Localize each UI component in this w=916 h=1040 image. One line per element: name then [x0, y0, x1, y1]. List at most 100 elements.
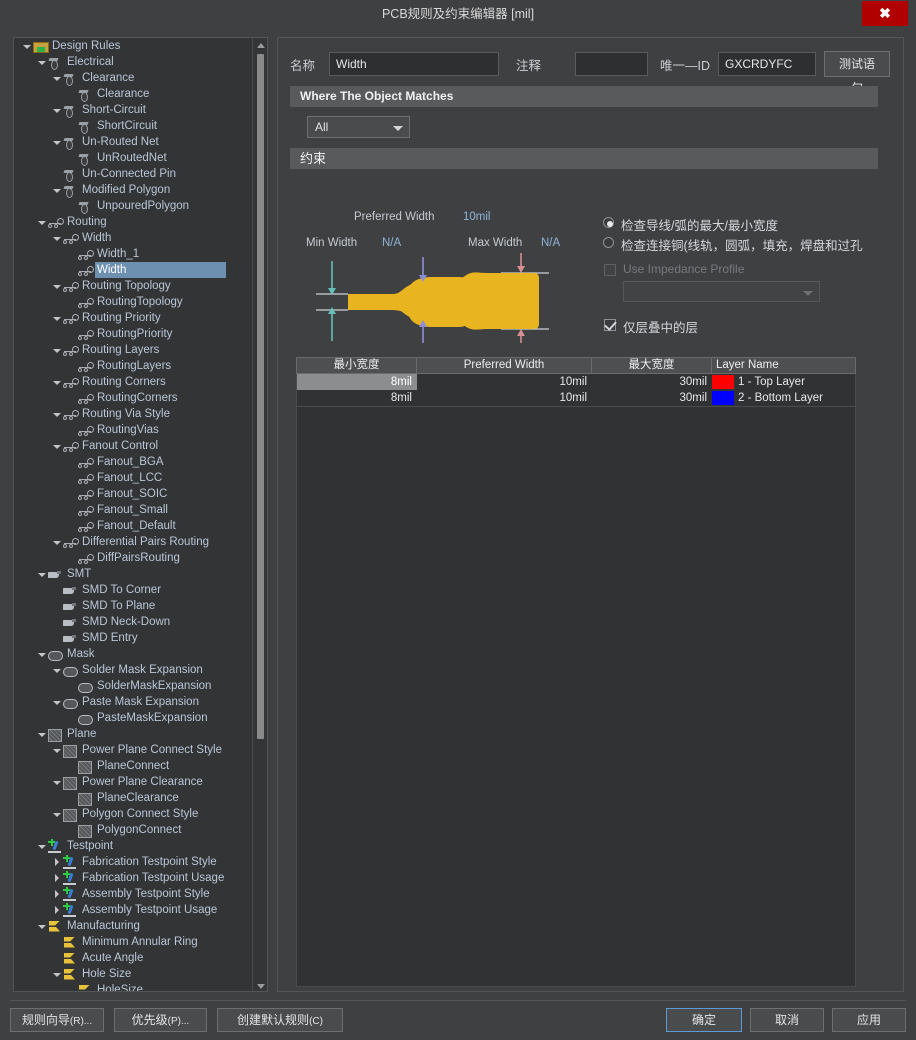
tree-item-fanout-small[interactable]: Fanout_Small — [14, 502, 253, 518]
chevron-down-icon[interactable] — [50, 342, 63, 358]
close-icon[interactable]: ✖ — [862, 1, 908, 26]
tree-item-smd-entry[interactable]: SMD Entry — [14, 630, 253, 646]
unique-id-input[interactable]: GXCRDYFC — [718, 52, 816, 76]
chevron-down-icon[interactable] — [35, 726, 48, 742]
tree-item-unroutednet[interactable]: UnRoutedNet — [14, 150, 253, 166]
tree-item-routingpriority[interactable]: RoutingPriority — [14, 326, 253, 342]
tree-item-routing-corners[interactable]: Routing Corners — [14, 374, 253, 390]
tree-item-power-plane-clearance[interactable]: Power Plane Clearance — [14, 774, 253, 790]
tree-item-routing-via-style[interactable]: Routing Via Style — [14, 406, 253, 422]
tree-item-smt[interactable]: SMT — [14, 566, 253, 582]
chevron-down-icon[interactable] — [50, 438, 63, 454]
tree-item-planeclearance[interactable]: PlaneClearance — [14, 790, 253, 806]
tree-item-minimum-annular-ring[interactable]: Minimum Annular Ring — [14, 934, 253, 950]
tree-item-mask[interactable]: Mask — [14, 646, 253, 662]
tree-item-routingcorners[interactable]: RoutingCorners — [14, 390, 253, 406]
tree-item-routinglayers[interactable]: RoutingLayers — [14, 358, 253, 374]
chevron-down-icon[interactable] — [50, 406, 63, 422]
chevron-right-icon[interactable] — [50, 886, 63, 902]
tree-item-assembly-testpoint-usage[interactable]: Assembly Testpoint Usage — [14, 902, 253, 918]
tree-item-width[interactable]: Width — [14, 230, 253, 246]
tree-item-shortcircuit[interactable]: ShortCircuit — [14, 118, 253, 134]
table-cell-max[interactable]: 30mil — [592, 374, 712, 390]
apply-button[interactable]: 应用 — [832, 1008, 906, 1032]
table-column-header[interactable]: Preferred Width — [417, 358, 592, 373]
tree-item-assembly-testpoint-style[interactable]: Assembly Testpoint Style — [14, 886, 253, 902]
tree-item-holesize[interactable]: HoleSize — [14, 982, 253, 991]
radio-connected-copper[interactable] — [603, 237, 614, 248]
chevron-down-icon[interactable] — [50, 230, 63, 246]
tree-item-solder-mask-expansion[interactable]: Solder Mask Expansion — [14, 662, 253, 678]
radio-track-width[interactable] — [603, 217, 614, 228]
tree-item-routing[interactable]: Routing — [14, 214, 253, 230]
chevron-down-icon[interactable] — [50, 966, 63, 982]
chevron-down-icon[interactable] — [50, 806, 63, 822]
tree-item-soldermaskexpansion[interactable]: SolderMaskExpansion — [14, 678, 253, 694]
tree-item-planeconnect[interactable]: PlaneConnect — [14, 758, 253, 774]
chevron-right-icon[interactable] — [50, 854, 63, 870]
tree-item-smd-to-corner[interactable]: SMD To Corner — [14, 582, 253, 598]
chevron-down-icon[interactable] — [50, 374, 63, 390]
tree-item-manufacturing[interactable]: Manufacturing — [14, 918, 253, 934]
rules-tree[interactable]: Design Rules Electrical Clearance Clearance… — [14, 38, 253, 991]
tree-item-fanout-soic[interactable]: Fanout_SOIC — [14, 486, 253, 502]
tree-item-electrical[interactable]: Electrical — [14, 54, 253, 70]
tree-item-hole-size[interactable]: Hole Size — [14, 966, 253, 982]
layer-constraints-table[interactable]: 最小宽度 Preferred Width 最大宽度 Layer Name 8mil 10… — [296, 357, 856, 421]
comment-input[interactable] — [575, 52, 648, 76]
tree-item-polygon-connect-style[interactable]: Polygon Connect Style — [14, 806, 253, 822]
checkbox-impedance-profile[interactable] — [604, 264, 616, 276]
tree-item-acute-angle[interactable]: Acute Angle — [14, 950, 253, 966]
chevron-down-icon[interactable] — [35, 214, 48, 230]
chevron-down-icon[interactable] — [50, 134, 63, 150]
tree-item-polygonconnect[interactable]: PolygonConnect — [14, 822, 253, 838]
tree-item-diffpairsrouting[interactable]: DiffPairsRouting — [14, 550, 253, 566]
tree-item-differential-pairs-routing[interactable]: Differential Pairs Routing — [14, 534, 253, 550]
layers-in-stackup-option[interactable]: 仅层叠中的层 — [604, 317, 698, 336]
tree-item-fanout-lcc[interactable]: Fanout_LCC — [14, 470, 253, 486]
chevron-down-icon[interactable] — [50, 662, 63, 678]
chevron-down-icon[interactable] — [50, 278, 63, 294]
chevron-down-icon[interactable] — [50, 310, 63, 326]
test-query-button[interactable]: 测试语句 — [824, 51, 890, 95]
tree-item-fabrication-testpoint-usage[interactable]: Fabrication Testpoint Usage — [14, 870, 253, 886]
scrollbar-thumb[interactable] — [257, 54, 264, 739]
chevron-down-icon[interactable] — [50, 774, 63, 790]
chevron-down-icon[interactable] — [35, 918, 48, 934]
tree-item-testpoint[interactable]: Testpoint — [14, 838, 253, 854]
tree-item-paste-mask-expansion[interactable]: Paste Mask Expansion — [14, 694, 253, 710]
use-impedance-profile-option[interactable]: Use Impedance Profile — [604, 262, 744, 276]
table-cell-preferred[interactable]: 10mil — [417, 390, 592, 406]
chevron-down-icon[interactable] — [35, 646, 48, 662]
chevron-right-icon[interactable] — [50, 902, 63, 918]
tree-item-routingtopology[interactable]: RoutingTopology — [14, 294, 253, 310]
tree-item-fanout-default[interactable]: Fanout_Default — [14, 518, 253, 534]
tree-item-plane[interactable]: Plane — [14, 726, 253, 742]
rule-wizard-button[interactable]: 规则向导(R)... — [10, 1008, 104, 1032]
table-column-header[interactable]: Layer Name — [712, 358, 855, 373]
tree-scrollbar[interactable] — [252, 38, 267, 991]
chevron-down-icon[interactable] — [50, 102, 63, 118]
tree-item-design-rules[interactable]: Design Rules — [14, 38, 253, 54]
scroll-down-icon[interactable] — [253, 979, 267, 991]
chevron-down-icon[interactable] — [35, 566, 48, 582]
table-cell-min[interactable]: 8mil — [297, 390, 417, 406]
check-connected-copper-option[interactable]: 检查连接铜(线轨，圆弧，填充，焊盘和过孔 — [603, 235, 863, 254]
tree-item-un-connected-pin[interactable]: Un-Connected Pin — [14, 166, 253, 182]
chevron-down-icon[interactable] — [50, 182, 63, 198]
table-cell-preferred[interactable]: 10mil — [417, 374, 592, 390]
tree-item-modified-polygon[interactable]: Modified Polygon — [14, 182, 253, 198]
tree-item-clearance[interactable]: Clearance — [14, 86, 253, 102]
chevron-down-icon[interactable] — [35, 838, 48, 854]
table-column-header[interactable]: 最大宽度 — [592, 358, 712, 373]
name-input[interactable]: Width — [329, 52, 499, 76]
priority-button[interactable]: 优先级(P)... — [114, 1008, 207, 1032]
tree-item-routing-topology[interactable]: Routing Topology — [14, 278, 253, 294]
scope-select[interactable]: All — [307, 116, 410, 138]
tree-item-smd-to-plane[interactable]: SMD To Plane — [14, 598, 253, 614]
chevron-down-icon[interactable] — [20, 38, 33, 54]
impedance-profile-select[interactable] — [623, 281, 820, 302]
tree-item-smd-neck-down[interactable]: SMD Neck-Down — [14, 614, 253, 630]
tree-item-routingvias[interactable]: RoutingVias — [14, 422, 253, 438]
chevron-down-icon[interactable] — [50, 742, 63, 758]
